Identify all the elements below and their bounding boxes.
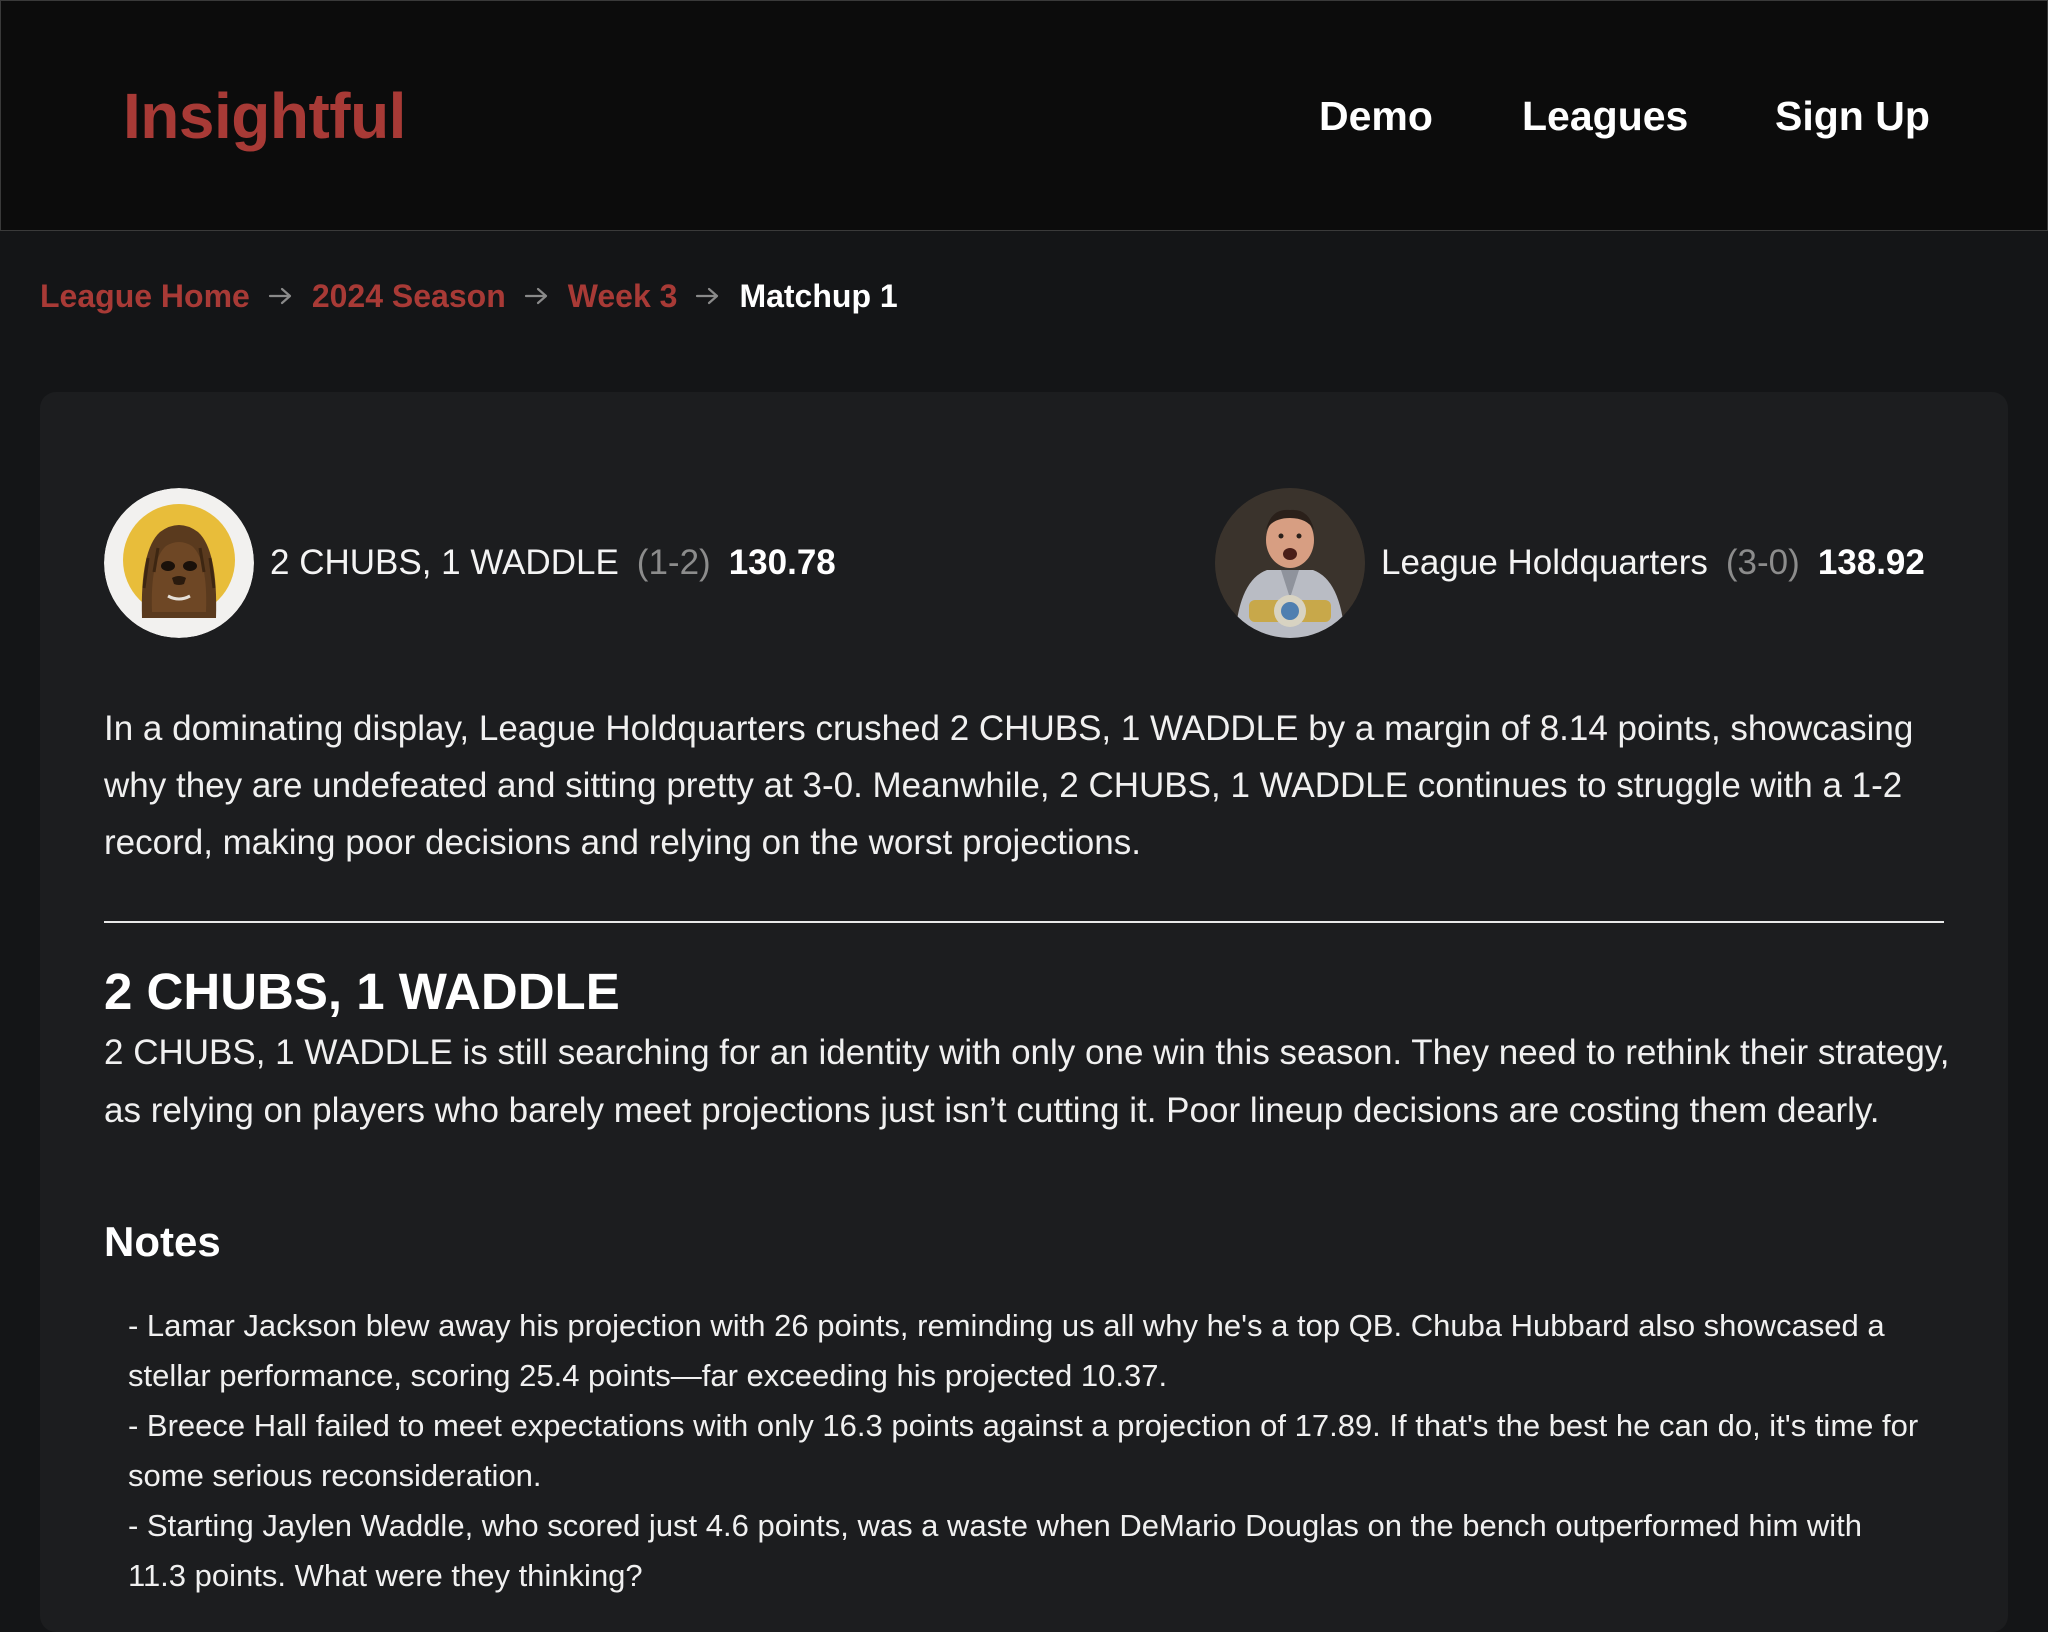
breadcrumb-season[interactable]: 2024 Season xyxy=(312,278,506,315)
away-team-name[interactable]: League Holdquarters xyxy=(1381,543,1708,583)
section-divider xyxy=(104,921,1944,923)
nav-leagues[interactable]: Leagues xyxy=(1522,93,1688,140)
arrow-right-icon xyxy=(268,286,294,306)
team-section-text: 2 CHUBS, 1 WADDLE is still searching for… xyxy=(104,1033,1950,1130)
notes-title: Notes xyxy=(104,1218,221,1265)
note-item: - Breece Hall failed to meet expectation… xyxy=(128,1408,1919,1493)
arrow-right-icon xyxy=(695,286,721,306)
home-team-record: (1-2) xyxy=(636,543,711,582)
home-team-name[interactable]: 2 CHUBS, 1 WADDLE xyxy=(270,543,619,583)
home-team-score: 130.78 xyxy=(728,543,836,582)
site-header: Insightful Demo Leagues Sign Up xyxy=(0,0,2048,231)
breadcrumb-week[interactable]: Week 3 xyxy=(568,278,678,315)
away-team-avatar xyxy=(1215,488,1365,638)
home-team-avatar xyxy=(104,488,254,638)
note-item: - Lamar Jackson blew away his projection… xyxy=(128,1308,1885,1393)
arrow-right-icon xyxy=(524,286,550,306)
breadcrumb-league-home[interactable]: League Home xyxy=(40,278,250,315)
nav-demo[interactable]: Demo xyxy=(1319,93,1433,140)
away-team-record: (3-0) xyxy=(1725,543,1800,582)
home-team: 2 CHUBS, 1 WADDLE (1-2) 130.78 xyxy=(104,488,836,638)
breadcrumb: League Home 2024 Season Week 3 Matchup 1 xyxy=(40,276,898,316)
breadcrumb-current: Matchup 1 xyxy=(739,277,898,314)
matchup-summary: In a dominating display, League Holdquar… xyxy=(104,709,1914,862)
brand-logo[interactable]: Insightful xyxy=(123,79,406,153)
away-team: League Holdquarters (3-0) 138.92 xyxy=(1215,488,1925,638)
team-section-title: 2 CHUBS, 1 WADDLE xyxy=(104,963,620,1020)
note-item: - Starting Jaylen Waddle, who scored jus… xyxy=(128,1508,1863,1593)
notes-list: - Lamar Jackson blew away his projection… xyxy=(128,1301,1928,1601)
nav-sign-up[interactable]: Sign Up xyxy=(1775,93,1930,140)
away-team-score: 138.92 xyxy=(1817,543,1925,582)
